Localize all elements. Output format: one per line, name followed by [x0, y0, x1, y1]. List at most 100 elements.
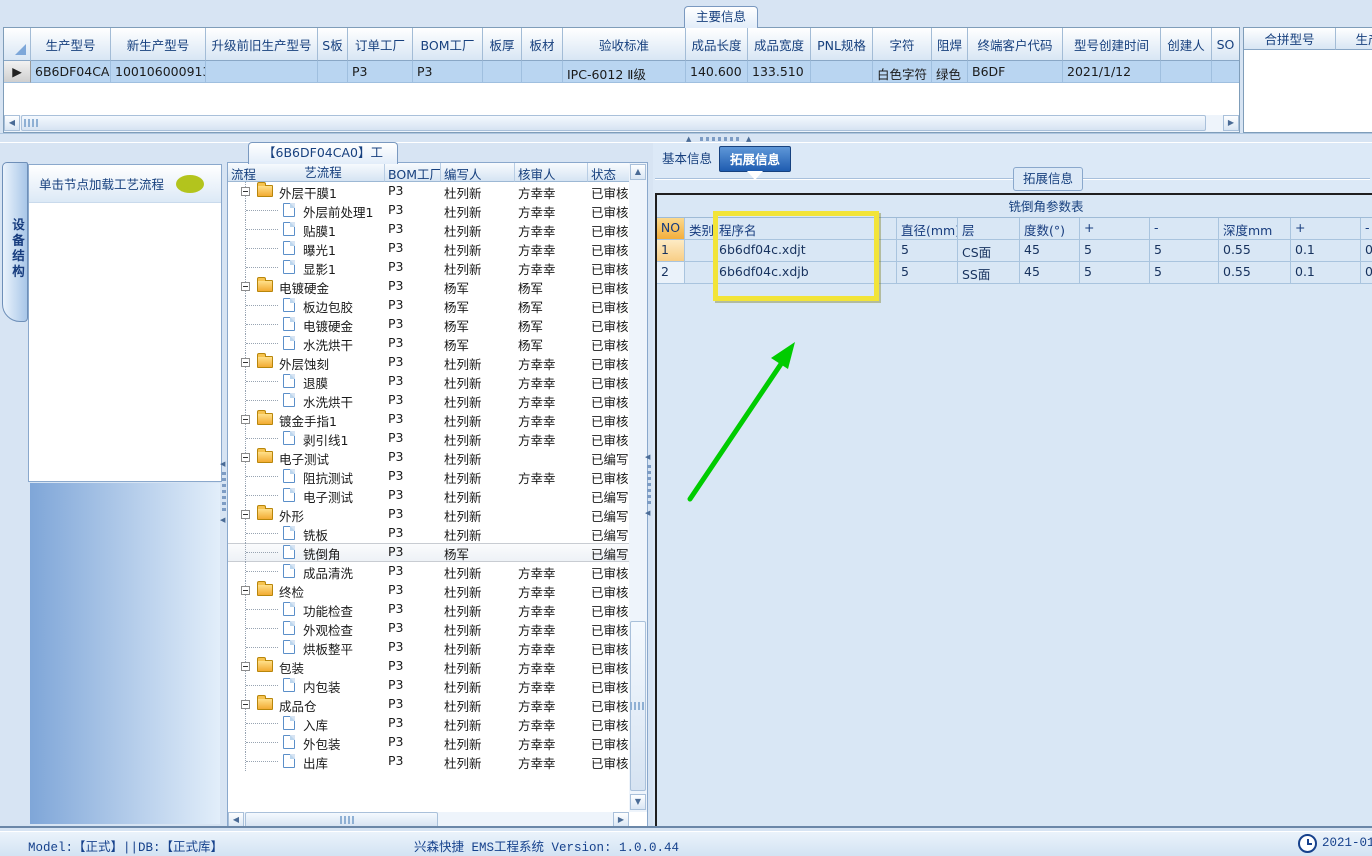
- process-step-row[interactable]: 铣倒角 P3 杨军 已编写: [228, 543, 647, 562]
- cell[interactable]: P3: [348, 61, 413, 83]
- column-header-9[interactable]: 验收标准: [563, 28, 686, 61]
- process-column-header-2[interactable]: BOM工厂: [385, 163, 441, 182]
- cell[interactable]: 140.600: [686, 61, 748, 83]
- process-column-header-4[interactable]: 核审人: [515, 163, 588, 182]
- cell[interactable]: [318, 61, 348, 83]
- scroll-down-button[interactable]: ▼: [630, 794, 646, 810]
- process-step-row[interactable]: 显影1 P3 杜列新 方幸幸 已审核: [228, 258, 647, 277]
- process-step-row[interactable]: 曝光1 P3 杜列新 方幸幸 已审核: [228, 239, 647, 258]
- tree-expander-icon[interactable]: [241, 586, 250, 595]
- cell[interactable]: B6DF: [968, 61, 1063, 83]
- process-group-row[interactable]: 包装 P3 杜列新 方幸幸 已审核: [228, 657, 647, 676]
- column-header-8[interactable]: 板材: [522, 28, 563, 61]
- scroll-right-button[interactable]: ▶: [1223, 115, 1239, 131]
- main-grid-hscrollbar[interactable]: ◀ ▶: [4, 115, 1239, 132]
- process-step-row[interactable]: 退膜 P3 杜列新 方幸幸 已审核: [228, 372, 647, 391]
- tree-expander-icon[interactable]: [241, 187, 250, 196]
- left-vertical-splitter[interactable]: ◀ ◀: [220, 460, 227, 530]
- column-header-14[interactable]: 阻焊: [932, 28, 968, 61]
- cell[interactable]: [811, 61, 873, 83]
- process-column-header-3[interactable]: 编写人: [441, 163, 515, 182]
- scroll-thumb[interactable]: [21, 115, 1206, 131]
- scroll-left-button[interactable]: ◀: [4, 115, 20, 131]
- column-header-16[interactable]: 型号创建时间: [1063, 28, 1161, 61]
- cell[interactable]: [206, 61, 318, 83]
- column-header-4[interactable]: S板: [318, 28, 348, 61]
- process-step-row[interactable]: 功能检查 P3 杜列新 方幸幸 已审核: [228, 600, 647, 619]
- tree-expander-icon[interactable]: [241, 453, 250, 462]
- select-all-cell[interactable]: [4, 28, 31, 61]
- tab-basic-info[interactable]: 基本信息: [655, 146, 719, 172]
- scroll-up-button[interactable]: ▲: [630, 164, 646, 180]
- process-group-row[interactable]: 外层蚀刻 P3 杜列新 方幸幸 已审核: [228, 353, 647, 372]
- process-step-row[interactable]: 成品清洗 P3 杜列新 方幸幸 已审核: [228, 562, 647, 581]
- process-group-row[interactable]: 外形 P3 杜列新 已编写: [228, 505, 647, 524]
- process-step-row[interactable]: 外包装 P3 杜列新 方幸幸 已审核: [228, 733, 647, 752]
- param-column-header-10[interactable]: +: [1291, 218, 1361, 240]
- process-step-row[interactable]: 铣板 P3 杜列新 已编写: [228, 524, 647, 543]
- splitter-collapse-icon[interactable]: ▲: [746, 135, 751, 143]
- process-step-row[interactable]: 入库 P3 杜列新 方幸幸 已审核: [228, 714, 647, 733]
- process-group-row[interactable]: 电镀硬金 P3 杨军 杨军 已审核: [228, 277, 647, 296]
- cell[interactable]: 133.510: [748, 61, 811, 83]
- column-header-11[interactable]: 成品宽度: [748, 28, 811, 61]
- column-header-3[interactable]: 升级前旧生产型号: [206, 28, 318, 61]
- process-step-row[interactable]: 贴膜1 P3 杜列新 方幸幸 已审核: [228, 220, 647, 239]
- tree-expander-icon[interactable]: [241, 510, 250, 519]
- param-column-header-6[interactable]: 度数(°): [1020, 218, 1080, 240]
- cell[interactable]: 白色字符: [873, 61, 932, 83]
- column-header-10[interactable]: 成品长度: [686, 28, 748, 61]
- column-header-12[interactable]: PNL规格: [811, 28, 873, 61]
- cell[interactable]: [1212, 61, 1239, 83]
- tab-extended-info[interactable]: 拓展信息: [719, 146, 791, 172]
- process-step-row[interactable]: 外观检查 P3 杜列新 方幸幸 已审核: [228, 619, 647, 638]
- param-column-header-11[interactable]: -: [1361, 218, 1372, 240]
- process-step-row[interactable]: 内包装 P3 杜列新 方幸幸 已审核: [228, 676, 647, 695]
- tab-process-flow[interactable]: 【6B6DF04CA0】工艺流程: [248, 142, 398, 180]
- process-step-row[interactable]: 剥引线1 P3 杜列新 方幸幸 已审核: [228, 429, 647, 448]
- cell[interactable]: 绿色: [932, 61, 968, 83]
- process-step-row[interactable]: 电子测试 P3 杜列新 已编写: [228, 486, 647, 505]
- tree-expander-icon[interactable]: [241, 662, 250, 671]
- pair-column-header-2[interactable]: 生产型号: [1336, 28, 1372, 50]
- column-header-2[interactable]: 新生产型号: [111, 28, 206, 61]
- process-group-row[interactable]: 成品仓 P3 杜列新 方幸幸 已审核: [228, 695, 647, 714]
- pair-column-header-1[interactable]: 合拼型号: [1244, 28, 1336, 50]
- process-step-row[interactable]: 水洗烘干 P3 杨军 杨军 已审核: [228, 334, 647, 353]
- process-group-row[interactable]: 外层干膜1 P3 杜列新 方幸幸 已审核: [228, 182, 647, 201]
- tree-expander-icon[interactable]: [241, 358, 250, 367]
- column-header-1[interactable]: 生产型号: [31, 28, 111, 61]
- process-group-row[interactable]: 终检 P3 杜列新 方幸幸 已审核: [228, 581, 647, 600]
- column-header-6[interactable]: BOM工厂: [413, 28, 483, 61]
- param-column-header-8[interactable]: -: [1150, 218, 1219, 240]
- right-vertical-splitter[interactable]: ◀ ◀: [645, 453, 652, 523]
- column-header-17[interactable]: 创建人: [1161, 28, 1212, 61]
- row-selector-cell[interactable]: ▶: [4, 61, 31, 83]
- process-step-row[interactable]: 水洗烘干 P3 杜列新 方幸幸 已审核: [228, 391, 647, 410]
- column-header-7[interactable]: 板厚: [483, 28, 522, 61]
- param-column-header-1[interactable]: NO: [657, 218, 685, 240]
- column-header-13[interactable]: 字符: [873, 28, 932, 61]
- param-column-header-7[interactable]: +: [1080, 218, 1150, 240]
- param-column-header-9[interactable]: 深度mm: [1219, 218, 1291, 240]
- splitter-grip[interactable]: [700, 137, 740, 141]
- cell[interactable]: IPC-6012 Ⅱ级: [563, 61, 686, 83]
- cell[interactable]: P3: [413, 61, 483, 83]
- tab-main-info[interactable]: 主要信息: [684, 6, 758, 28]
- param-column-header-5[interactable]: 层: [958, 218, 1020, 240]
- cell[interactable]: 2021/1/12: [1063, 61, 1161, 83]
- tree-expander-icon[interactable]: [241, 415, 250, 424]
- param-column-header-2[interactable]: 类别: [685, 218, 715, 240]
- process-step-row[interactable]: 烘板整平 P3 杜列新 方幸幸 已审核: [228, 638, 647, 657]
- tree-expander-icon[interactable]: [241, 700, 250, 709]
- tree-expander-icon[interactable]: [241, 282, 250, 291]
- cell[interactable]: 10010600091344: [111, 61, 206, 83]
- process-step-row[interactable]: 外层前处理1 P3 杜列新 方幸幸 已审核: [228, 201, 647, 220]
- param-column-header-4[interactable]: 直径(mm): [897, 218, 958, 240]
- process-step-row[interactable]: 出库 P3 杜列新 方幸幸 已审核: [228, 752, 647, 771]
- cell[interactable]: [483, 61, 522, 83]
- horizontal-splitter[interactable]: ▲ ▲: [0, 133, 1372, 143]
- column-header-15[interactable]: 终端客户代码: [968, 28, 1063, 61]
- process-step-row[interactable]: 电镀硬金 P3 杨军 杨军 已审核: [228, 315, 647, 334]
- tab-device-structure[interactable]: 设备结构: [2, 162, 28, 322]
